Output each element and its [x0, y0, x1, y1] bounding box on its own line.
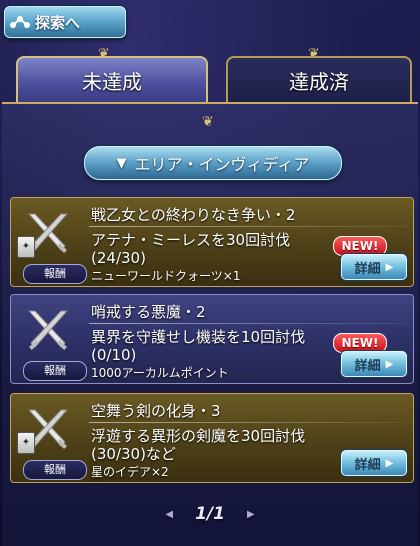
- explore-label: 探索へ: [35, 13, 81, 32]
- treasure-icon: ✦: [17, 236, 35, 258]
- reward-badge: 報酬: [23, 264, 87, 284]
- crossed-swords-icon: [19, 303, 77, 361]
- explore-button[interactable]: 探索へ: [4, 6, 126, 38]
- mission-description: 浮遊する異形の剣魔を30回討伐 (30/30)など: [91, 427, 341, 463]
- mission-description: 異界を守護せし機装を10回討伐 (0/10): [91, 328, 341, 364]
- new-badge: NEW!: [333, 236, 387, 256]
- mission-progress: (24/30): [91, 249, 146, 267]
- mission-reward: ニューワールドクォーツ×1: [91, 269, 241, 283]
- mission-title: 哨戒する悪魔・2: [91, 303, 206, 321]
- chevron-right-icon: ▶: [385, 457, 394, 469]
- mission-reward: 星のイデア×2: [91, 465, 169, 479]
- new-badge: NEW!: [333, 333, 387, 353]
- detail-label: 詳細: [354, 261, 381, 277]
- tab-incomplete[interactable]: 未達成: [16, 56, 208, 102]
- detail-button[interactable]: 詳細 ▶: [341, 450, 407, 476]
- panel-ornament: ❦: [202, 114, 214, 130]
- tab-completed-label: 達成済: [289, 69, 349, 94]
- mission-title: 空舞う剣の化身・3: [91, 402, 221, 420]
- mission-card: 報酬 哨戒する悪魔・2 異界を守護せし機装を10回討伐 (0/10) 1000ア…: [10, 294, 414, 384]
- mission-card: ✦ 報酬 空舞う剣の化身・3 浮遊する異形の剣魔を30回討伐 (30/30)など…: [10, 393, 414, 483]
- pagination: ◀ 1/1 ▶: [0, 502, 420, 526]
- mission-reward: 1000アーカルムポイント: [91, 366, 229, 380]
- detail-button[interactable]: 詳細 ▶: [341, 351, 407, 377]
- area-selector-dropdown[interactable]: ▼ エリア・インヴィディア: [84, 146, 342, 180]
- mission-description: アテナ・ミーレスを30回討伐 (24/30): [91, 231, 341, 267]
- treasure-icon: ✦: [17, 432, 35, 454]
- detail-label: 詳細: [354, 358, 381, 374]
- area-selector-label: エリア・インヴィディア: [134, 155, 310, 174]
- divider: [89, 323, 409, 324]
- reward-badge: 報酬: [23, 361, 87, 381]
- page-next-ornament: ▶: [246, 508, 255, 520]
- chevron-right-icon: ▶: [385, 358, 394, 370]
- chevron-right-icon: ▶: [385, 261, 394, 273]
- page-indicator: 1/1: [195, 504, 225, 524]
- detail-button[interactable]: 詳細 ▶: [341, 254, 407, 280]
- detail-label: 詳細: [354, 457, 381, 473]
- page-prev-ornament: ◀: [165, 508, 174, 520]
- tab-incomplete-label: 未達成: [82, 69, 142, 94]
- mission-title: 戦乙女との終わりなき争い・2: [91, 206, 296, 224]
- mission-progress: (0/10): [91, 346, 137, 364]
- mission-card: ✦ 報酬 戦乙女との終わりなき争い・2 アテナ・ミーレスを30回討伐 (24/3…: [10, 197, 414, 287]
- reward-badge: 報酬: [23, 460, 87, 480]
- tab-completed[interactable]: 達成済: [226, 56, 412, 102]
- divider: [89, 226, 409, 227]
- mission-condition: アテナ・ミーレスを30回討伐: [91, 231, 291, 249]
- network-icon: [5, 7, 35, 37]
- mission-condition: 異界を守護せし機装を10回討伐: [91, 328, 306, 346]
- mission-condition: 浮遊する異形の剣魔を30回討伐: [91, 427, 306, 445]
- chevron-down-icon: ▼: [116, 155, 127, 171]
- divider: [89, 422, 409, 423]
- mission-progress: (30/30)など: [91, 445, 176, 463]
